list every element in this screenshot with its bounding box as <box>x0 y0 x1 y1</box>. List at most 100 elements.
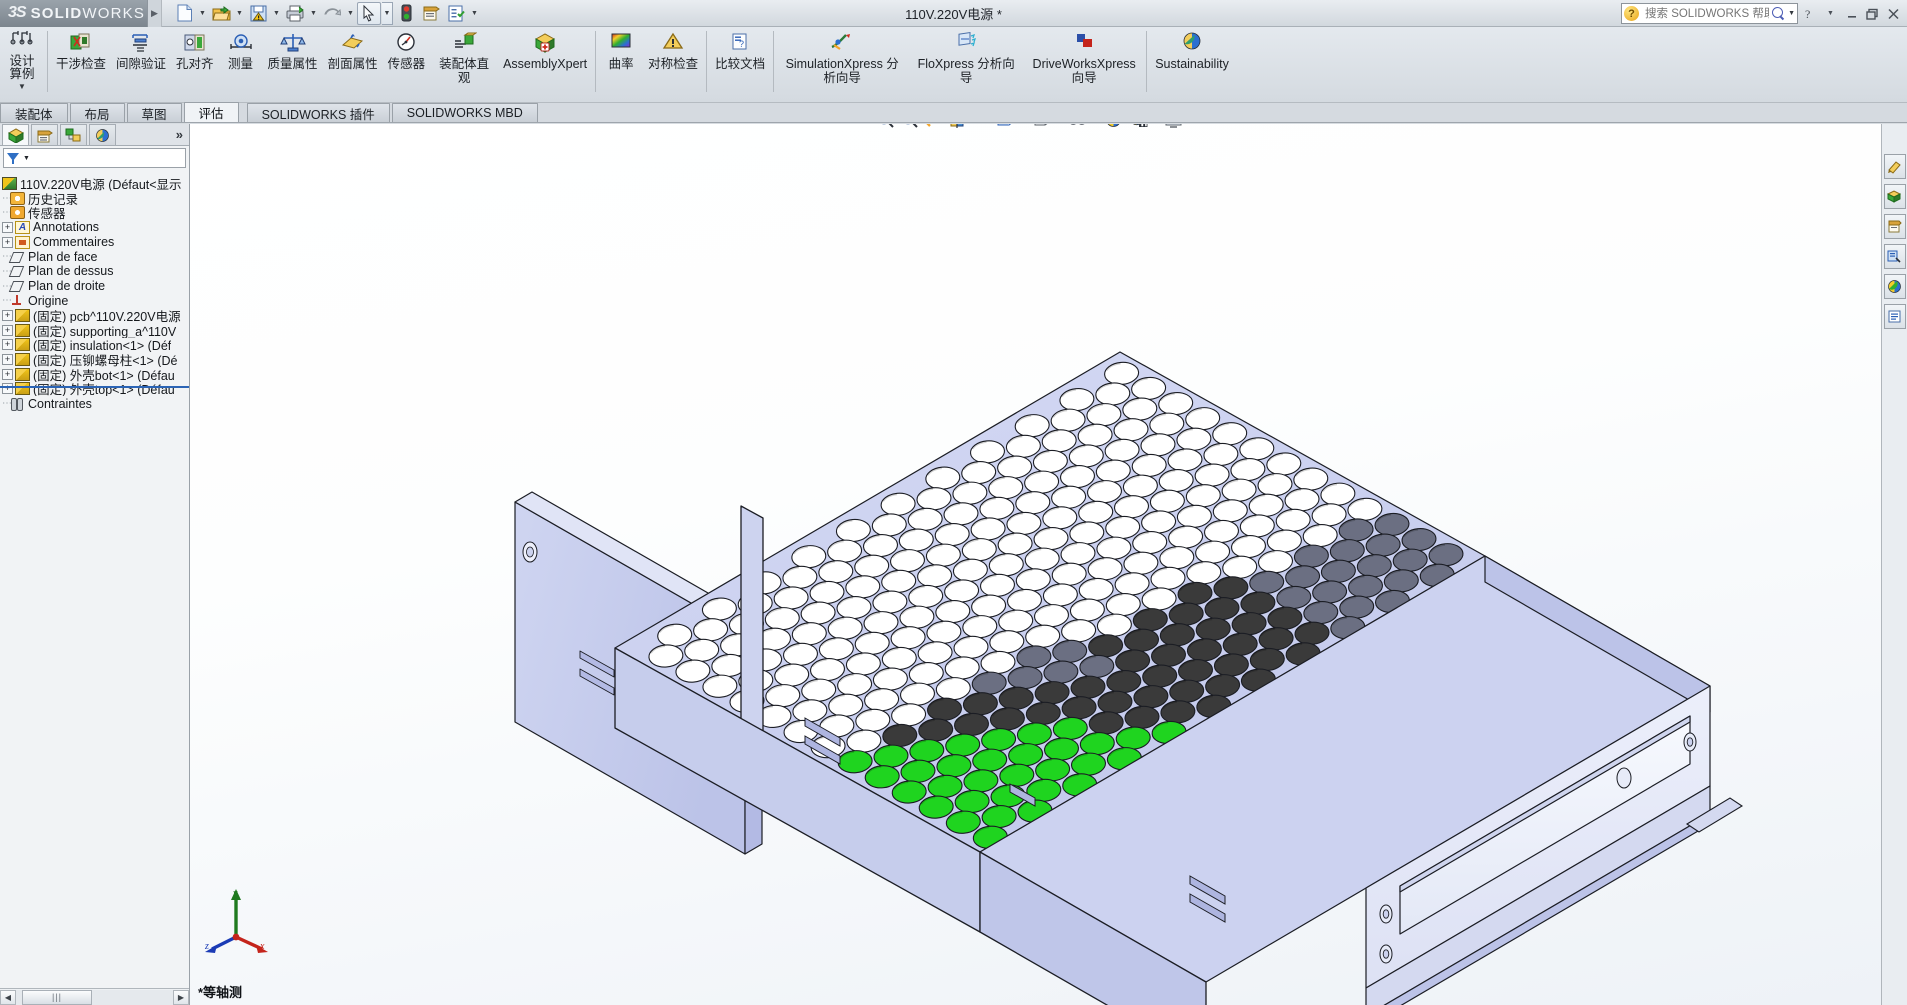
ribbon-item-symmetry-check[interactable]: 对称检查 <box>643 27 703 71</box>
graphics-viewport[interactable]: A ▼ ▼ ▼ ▼ ▼ <box>190 124 1881 1005</box>
zoom-to-fit-button[interactable] <box>875 124 897 130</box>
ribbon-item-floxpress[interactable]: FloXpress 分析向导 <box>907 27 1025 85</box>
help-caret[interactable]: ▼ <box>1821 3 1840 24</box>
chevron-down-icon[interactable]: ▼ <box>23 155 30 162</box>
edit-appearance-button[interactable] <box>1103 124 1125 130</box>
view-settings-button[interactable] <box>1163 124 1185 130</box>
display-style-button[interactable] <box>995 124 1017 130</box>
expand-toggle[interactable]: + <box>2 339 13 350</box>
expand-toggle[interactable]: + <box>2 369 13 380</box>
ribbon-item-driveworksxpress[interactable]: DriveWorksXpress 向导 <box>1025 27 1143 85</box>
ribbon-item-curvature[interactable]: 曲率 <box>599 27 643 71</box>
ribbon-item-design-study[interactable]: 设计算例 ▼ <box>0 27 44 91</box>
feature-manager-tab[interactable] <box>2 124 29 145</box>
undo-button[interactable] <box>320 2 344 25</box>
close-button[interactable] <box>1884 3 1903 24</box>
options-caret[interactable]: ▼ <box>469 2 480 25</box>
chevron-down-icon[interactable]: ▼ <box>18 82 26 91</box>
feature-manager-more-tabs[interactable]: » <box>176 125 183 145</box>
tree-item-part-housing-bot[interactable]: + (固定) 外壳bot<1> (Défau <box>2 367 189 382</box>
tree-item-part-housing-top[interactable]: + (固定) 外壳top<1> (Défau <box>2 382 189 397</box>
tree-item-top-plane[interactable]: ⋯ Plan de dessus <box>2 264 189 279</box>
scroll-right-arrow[interactable]: ▶ <box>173 990 189 1005</box>
custom-properties-tab[interactable] <box>1884 304 1906 329</box>
view-orientation-button[interactable]: A <box>971 124 993 130</box>
scroll-thumb[interactable]: ||| <box>22 990 92 1005</box>
ribbon-item-section-properties[interactable]: 剖面属性 <box>323 27 383 71</box>
expand-toggle[interactable]: + <box>2 325 13 336</box>
design-library-tab[interactable] <box>1884 184 1906 209</box>
display-manager-tab[interactable] <box>89 124 116 145</box>
expand-toggle[interactable]: + <box>2 222 13 233</box>
ribbon-item-measure[interactable]: 测量 <box>219 27 263 71</box>
property-manager-tab[interactable] <box>31 124 58 145</box>
tree-item-sensors[interactable]: ⋯ 传感器 <box>2 205 189 220</box>
menu-expand-arrow[interactable]: ▶ <box>148 0 162 27</box>
view-palette-tab[interactable] <box>1884 274 1906 299</box>
view-glasses-button[interactable] <box>1067 124 1089 130</box>
feature-tree-hscrollbar[interactable]: ◀ ||| ▶ <box>0 988 189 1005</box>
help-search-input[interactable] <box>1643 7 1771 21</box>
tree-item-part-insulation[interactable]: + (固定) insulation<1> (Déf <box>2 338 189 353</box>
file-explorer-tab[interactable] <box>1884 214 1906 239</box>
rebuild-button[interactable] <box>394 2 418 25</box>
scroll-left-arrow[interactable]: ◀ <box>0 990 16 1005</box>
tab-layout[interactable]: 布局 <box>70 103 125 122</box>
tree-item-mates[interactable]: ⋯ Contraintes <box>2 396 189 411</box>
help-button[interactable]: ? <box>1800 3 1819 24</box>
ribbon-item-sensor[interactable]: 传感器 <box>383 27 431 71</box>
tab-assembly[interactable]: 装配体 <box>0 103 68 122</box>
ribbon-item-compare-documents[interactable]: ? 比较文档 <box>710 27 770 71</box>
tab-solidworks-addins[interactable]: SOLIDWORKS 插件 <box>247 103 390 122</box>
undo-caret[interactable]: ▼ <box>345 2 356 25</box>
tree-item-annotations[interactable]: + A Annotations <box>2 220 189 235</box>
tree-item-part-pcb[interactable]: + (固定) pcb^110V.220V电源 <box>2 308 189 323</box>
tree-item-assembly-root[interactable]: 110V.220V电源 (Défaut<显示 <box>2 176 189 191</box>
appearances-scenes-tab[interactable] <box>1884 154 1906 179</box>
select-tool-button[interactable] <box>357 2 381 25</box>
open-document-caret[interactable]: ▼ <box>234 2 245 25</box>
tab-solidworks-mbd[interactable]: SOLIDWORKS MBD <box>392 103 538 122</box>
solidworks-logo[interactable]: 3S SOLIDWORKS <box>0 0 148 27</box>
minimize-button[interactable] <box>1842 3 1861 24</box>
restore-button[interactable] <box>1863 3 1882 24</box>
print-document-button[interactable] <box>283 2 307 25</box>
tree-item-comments[interactable]: + Commentaires <box>2 235 189 250</box>
hide-show-items-button[interactable] <box>1031 124 1053 130</box>
tree-item-part-supporting-a[interactable]: + (固定) supporting_a^110V <box>2 323 189 338</box>
expand-toggle[interactable]: + <box>2 354 13 365</box>
tab-sketch[interactable]: 草图 <box>127 103 182 122</box>
previous-view-button[interactable] <box>923 124 945 130</box>
section-view-button[interactable] <box>947 124 969 130</box>
search-icon[interactable] <box>1771 6 1786 21</box>
tree-item-origin[interactable]: ⋯ Origine <box>2 294 189 309</box>
configuration-manager-tab[interactable] <box>60 124 87 145</box>
ribbon-item-hole-alignment[interactable]: 孔对齐 <box>171 27 219 71</box>
tree-item-front-plane[interactable]: ⋯ Plan de face <box>2 249 189 264</box>
feature-tree-filter[interactable]: ▼ <box>3 148 186 168</box>
scroll-track[interactable]: ||| <box>16 990 173 1005</box>
expand-toggle[interactable]: + <box>2 237 13 248</box>
tree-item-right-plane[interactable]: ⋯ Plan de droite <box>2 279 189 294</box>
tab-evaluate[interactable]: 评估 <box>184 102 239 122</box>
tree-item-history[interactable]: ⋯ 历史记录 <box>2 191 189 206</box>
help-search-caret[interactable]: ▼ <box>1788 10 1795 17</box>
ribbon-item-assembly-visualization[interactable]: 装配体直观 <box>430 27 498 85</box>
model-3d-power-supply[interactable] <box>190 124 1881 1005</box>
print-document-caret[interactable]: ▼ <box>308 2 319 25</box>
options-button[interactable] <box>444 2 468 25</box>
save-document-button[interactable] <box>246 2 270 25</box>
file-properties-button[interactable] <box>419 2 443 25</box>
ribbon-item-sustainability[interactable]: Sustainability <box>1150 27 1234 71</box>
search-panel-tab[interactable] <box>1884 244 1906 269</box>
ribbon-item-assemblyxpert[interactable]: AssemblyXpert <box>498 27 592 71</box>
tree-item-part-rivet-nut-post[interactable]: + (固定) 压铆螺母柱<1> (Dé <box>2 352 189 367</box>
ribbon-item-mass-properties[interactable]: 质量属性 <box>263 27 323 71</box>
select-tool-caret[interactable]: ▼ <box>382 2 393 25</box>
new-document-caret[interactable]: ▼ <box>197 2 208 25</box>
help-search-box[interactable]: ? ▼ <box>1621 3 1798 24</box>
zoom-to-area-button[interactable] <box>899 124 921 130</box>
ribbon-item-clearance-verify[interactable]: 间隙验证 <box>111 27 171 71</box>
ribbon-item-interference-check[interactable]: 干涉检查 <box>51 27 111 71</box>
save-document-caret[interactable]: ▼ <box>271 2 282 25</box>
